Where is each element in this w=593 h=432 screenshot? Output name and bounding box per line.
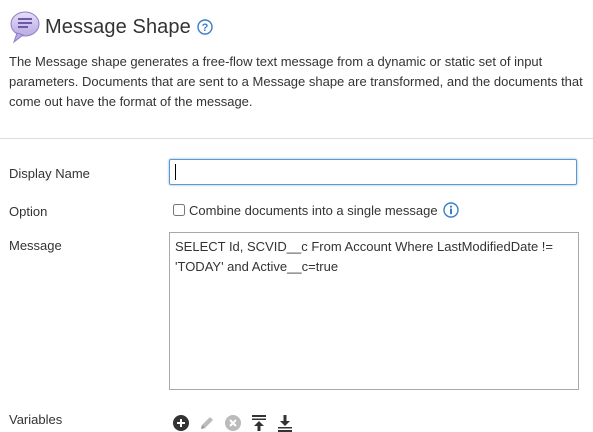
section-divider — [0, 138, 593, 139]
message-label: Message — [9, 238, 62, 253]
add-icon[interactable] — [172, 414, 190, 432]
message-shape-icon — [10, 11, 40, 44]
svg-text:?: ? — [201, 22, 208, 34]
text-cursor — [175, 164, 176, 180]
remove-icon[interactable] — [224, 414, 242, 432]
message-textarea[interactable]: SELECT Id, SCVID__c From Account Where L… — [169, 232, 579, 390]
move-down-icon[interactable] — [276, 414, 294, 432]
shape-description: The Message shape generates a free-flow … — [9, 54, 583, 109]
display-name-label: Display Name — [9, 166, 90, 181]
option-label: Option — [9, 204, 48, 219]
display-name-input[interactable] — [169, 159, 577, 185]
combine-documents-option: Combine documents into a single message — [173, 202, 459, 218]
page-header: Message Shape ? — [9, 9, 213, 45]
help-icon[interactable]: ? — [197, 19, 213, 35]
variables-toolbar — [172, 414, 302, 432]
edit-icon[interactable] — [198, 414, 216, 432]
combine-documents-label[interactable]: Combine documents into a single message — [189, 203, 438, 218]
combine-documents-checkbox[interactable] — [173, 204, 185, 216]
info-icon[interactable] — [442, 202, 459, 218]
page-title: Message Shape — [45, 15, 191, 38]
move-up-icon[interactable] — [250, 414, 268, 432]
variables-label: Variables — [9, 412, 63, 427]
